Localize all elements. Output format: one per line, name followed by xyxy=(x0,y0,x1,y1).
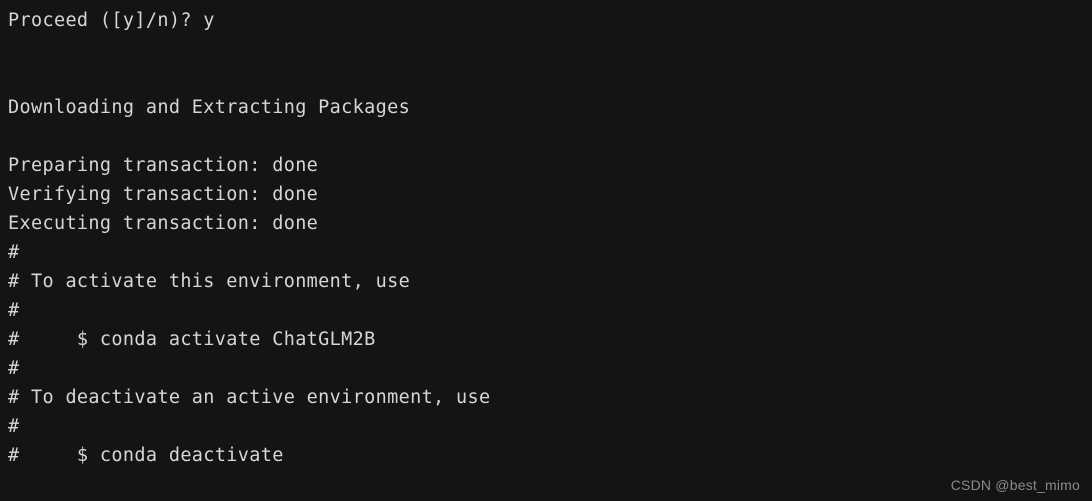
terminal-line: Verifying transaction: done xyxy=(8,184,319,205)
terminal-window[interactable]: Proceed ([y]/n)? y Downloading and Extra… xyxy=(0,0,1092,501)
terminal-output: Proceed ([y]/n)? y Downloading and Extra… xyxy=(8,6,1092,470)
terminal-line: Preparing transaction: done xyxy=(8,155,319,176)
terminal-line: # xyxy=(8,416,20,437)
terminal-line: Executing transaction: done xyxy=(8,213,319,234)
terminal-line-deactivate-command: # $ conda deactivate xyxy=(8,445,284,466)
terminal-line: # xyxy=(8,358,20,379)
terminal-line: # To activate this environment, use xyxy=(8,271,411,292)
terminal-line: # To deactivate an active environment, u… xyxy=(8,387,491,408)
terminal-line: # xyxy=(8,242,20,263)
terminal-line: Proceed ([y]/n)? y xyxy=(8,10,215,31)
terminal-line: # xyxy=(8,300,20,321)
terminal-line: Downloading and Extracting Packages xyxy=(8,97,411,118)
watermark: CSDN @best_mimo xyxy=(950,477,1080,493)
terminal-line-activate-command: # $ conda activate ChatGLM2B xyxy=(8,329,376,350)
